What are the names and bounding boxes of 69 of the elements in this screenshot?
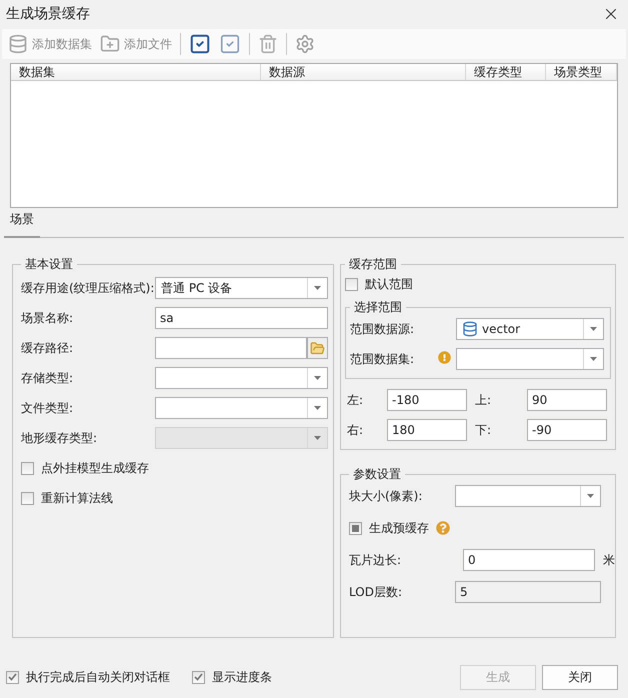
field-label: 下: xyxy=(475,422,492,438)
database-icon xyxy=(8,34,28,54)
field-label: 文件类型: xyxy=(21,400,74,416)
caret-icon xyxy=(314,286,321,290)
checkbox-label: 点外挂模型生成缓存 xyxy=(41,460,149,476)
field-label: 场景名称: xyxy=(21,310,74,326)
trash-icon xyxy=(258,34,278,54)
field-label: 块大小(像素): xyxy=(349,488,424,504)
checkbox-label: 重新计算法线 xyxy=(41,490,113,506)
checkbox-label: 显示进度条 xyxy=(212,668,272,686)
group-title: 参数设置 xyxy=(352,466,402,483)
column-header[interactable]: 数据集 xyxy=(11,64,261,80)
field-label: 缓存路径: xyxy=(21,340,74,356)
input-field[interactable]: 180 xyxy=(387,419,467,441)
folder-icon xyxy=(310,340,325,356)
caret-icon xyxy=(590,327,597,331)
field-label: LOD层数: xyxy=(349,584,403,600)
checkbox-icon xyxy=(189,33,211,55)
checkbox[interactable] xyxy=(6,670,19,684)
help-icon[interactable] xyxy=(436,521,450,535)
dropdown[interactable] xyxy=(155,367,328,389)
dropdown[interactable] xyxy=(456,348,604,370)
checkbox-label: 执行完成后自动关闭对话框 xyxy=(26,668,170,686)
input-field[interactable]: -90 xyxy=(527,419,607,441)
group-title: 基本设置 xyxy=(24,256,74,273)
browse-button[interactable] xyxy=(306,337,328,359)
checkbox[interactable] xyxy=(21,492,34,504)
column-header[interactable]: 缓存类型 xyxy=(466,64,546,80)
field-label: 左: xyxy=(347,392,364,408)
dialog-button[interactable]: 关闭 xyxy=(542,664,618,690)
checkbox[interactable] xyxy=(192,670,205,684)
field-label: 地形缓存类型: xyxy=(21,430,98,446)
caret-icon xyxy=(314,406,321,410)
unit-label: 米 xyxy=(603,552,616,568)
field-label: 瓦片边长: xyxy=(349,552,402,568)
caret-icon xyxy=(314,436,321,440)
checkbox[interactable] xyxy=(349,522,362,534)
settings-icon xyxy=(295,34,315,54)
dropdown[interactable] xyxy=(155,397,328,419)
dropdown[interactable] xyxy=(455,485,601,507)
dropdown[interactable]: 普通 PC 设备 xyxy=(155,277,328,299)
group-title: 选择范围 xyxy=(353,299,403,316)
dropdown[interactable]: vector xyxy=(456,318,604,340)
caret-icon xyxy=(314,376,321,380)
input-field[interactable]: 0 xyxy=(463,549,595,571)
field-label: 范围数据源: xyxy=(350,320,416,338)
checkbox[interactable] xyxy=(21,462,34,474)
field-label: 存储类型: xyxy=(21,370,74,386)
column-header[interactable]: 数据源 xyxy=(261,64,466,80)
database-icon xyxy=(462,321,478,337)
input-field[interactable] xyxy=(155,337,307,359)
checkbox-label: 生成预缓存 xyxy=(369,520,429,536)
caret-icon xyxy=(590,357,597,361)
caret-icon xyxy=(587,494,594,498)
field-label: 缓存用途(纹理压缩格式): xyxy=(21,280,155,296)
tab[interactable]: 场景 xyxy=(4,211,40,238)
window-title: 生成场景缓存 xyxy=(6,5,90,23)
input-field[interactable]: sa xyxy=(155,307,328,329)
checkbox-icon xyxy=(219,33,241,55)
column-header[interactable]: 场景类型 xyxy=(546,64,617,80)
checkbox-label: 默认范围 xyxy=(365,276,413,292)
input-field[interactable]: 90 xyxy=(527,389,607,411)
field-label: 范围数据集: xyxy=(350,350,416,368)
checkbox[interactable] xyxy=(345,278,358,290)
input-field[interactable]: -180 xyxy=(387,389,467,411)
group-title: 缓存范围 xyxy=(348,256,398,273)
field-label: 上: xyxy=(475,392,492,408)
field-label: 右: xyxy=(347,422,364,438)
folder-plus-icon xyxy=(100,34,120,54)
